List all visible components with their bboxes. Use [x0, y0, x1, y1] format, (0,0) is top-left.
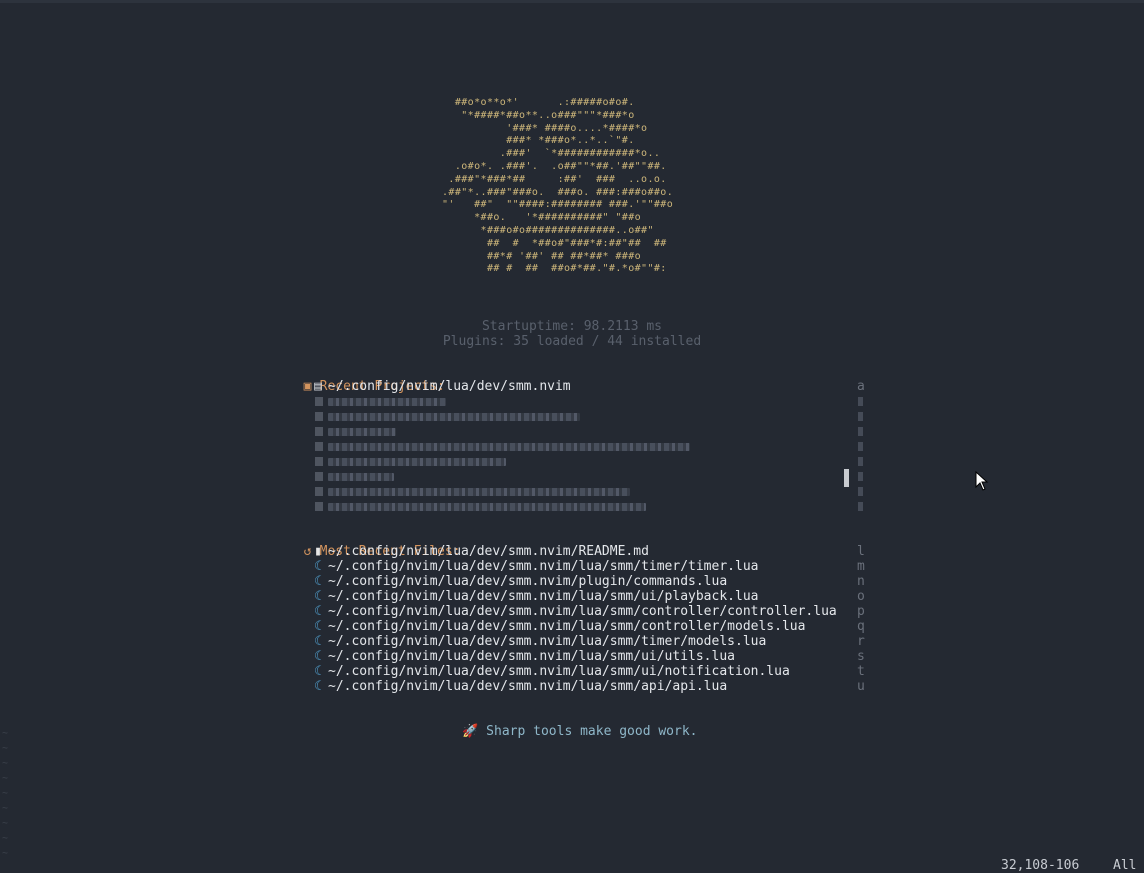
recent-project-item-redacted[interactable] — [312, 454, 872, 469]
recent-file-path: ~/.config/nvim/lua/dev/smm.nvim/lua/smm/… — [328, 619, 806, 634]
recent-file-path: ~/.config/nvim/lua/dev/smm.nvim/lua/smm/… — [328, 664, 790, 679]
recent-file-path: ~/.config/nvim/lua/dev/smm.nvim/lua/smm/… — [328, 649, 735, 664]
shortcut-key: o — [857, 589, 865, 604]
redacted-path — [328, 443, 690, 451]
lua-file-icon: ☾ — [314, 589, 322, 604]
shortcut-key: r — [857, 634, 865, 649]
recent-file-path: ~/.config/nvim/lua/dev/smm.nvim/lua/smm/… — [328, 589, 759, 604]
recent-file-item[interactable]: ☾ ~/.config/nvim/lua/dev/smm.nvim/lua/smm… — [312, 604, 872, 619]
shortcut-key: l — [857, 544, 865, 559]
shortcut-key-redacted — [858, 487, 863, 496]
redacted-path — [328, 503, 646, 511]
dashboard-ascii-logo: ##o*o**o*' .:#####o#o#. "*####*##o**..o#… — [442, 97, 674, 275]
lua-file-icon: ☾ — [314, 559, 322, 574]
lua-file-icon: ☾ — [314, 664, 322, 679]
recent-project-item[interactable]: ▤ ~/.config/nvim/lua/dev/smm.nvim a — [312, 379, 872, 394]
recent-file-item[interactable]: ☾ ~/.config/nvim/lua/dev/smm.nvim/lua/smm… — [312, 634, 872, 649]
recent-project-item-redacted[interactable] — [312, 394, 872, 409]
recent-file-path: ~/.config/nvim/lua/dev/smm.nvim/lua/smm/… — [328, 634, 767, 649]
shortcut-key: u — [857, 679, 865, 694]
lua-file-icon: ☾ — [314, 679, 322, 694]
shortcut-key: t — [857, 664, 865, 679]
recent-file-path: ~/.config/nvim/lua/dev/smm.nvim/lua/smm/… — [328, 559, 759, 574]
recent-project-path: ~/.config/nvim/lua/dev/smm.nvim — [328, 379, 571, 394]
recent-project-item-redacted[interactable] — [312, 469, 872, 484]
recent-file-item[interactable]: ☾ ~/.config/nvim/lua/dev/smm.nvim/lua/smm… — [312, 649, 872, 664]
shortcut-key-redacted — [858, 442, 863, 451]
shortcut-key: n — [857, 574, 865, 589]
recent-file-item[interactable]: ☾ ~/.config/nvim/lua/dev/smm.nvim/lua/smm… — [312, 559, 872, 574]
recent-project-item-redacted[interactable] — [312, 409, 872, 424]
lua-file-icon: ☾ — [314, 619, 322, 634]
redacted-path — [328, 398, 446, 406]
scrollbar-thumb[interactable] — [844, 469, 849, 487]
shortcut-key-redacted — [858, 412, 863, 421]
folder-icon — [315, 487, 323, 496]
folder-icon — [315, 457, 323, 466]
redacted-path — [328, 488, 630, 496]
shortcut-key-redacted — [858, 427, 863, 436]
lua-file-icon: ☾ — [314, 634, 322, 649]
redacted-path — [328, 458, 506, 466]
window-top-border — [0, 0, 1144, 3]
lua-file-icon: ☾ — [314, 649, 322, 664]
shortcut-key-redacted — [858, 457, 863, 466]
shortcut-key: a — [857, 379, 865, 394]
recent-project-item-redacted[interactable] — [312, 424, 872, 439]
shortcut-key-redacted — [858, 397, 863, 406]
recent-file-item[interactable]: ☾ ~/.config/nvim/lua/dev/smm.nvim/lua/smm… — [312, 664, 872, 679]
shortcut-key: s — [857, 649, 865, 664]
footer-quote-text: Sharp tools make good work. — [486, 724, 698, 739]
shortcut-key: m — [857, 559, 865, 574]
folder-icon — [315, 472, 323, 481]
recent-file-path: ~/.config/nvim/lua/dev/smm.nvim/lua/smm/… — [328, 679, 728, 694]
recent-file-item[interactable]: ☾ ~/.config/nvim/lua/dev/smm.nvim/lua/smm… — [312, 619, 872, 634]
markdown-file-icon: ▮ — [314, 544, 322, 559]
redacted-path — [328, 413, 580, 421]
cursor-position: 32,108-106 — [1001, 858, 1080, 873]
folder-icon — [315, 397, 323, 406]
recent-file-path: ~/.config/nvim/lua/dev/smm.nvim/plugin/c… — [328, 574, 728, 589]
folder-icon — [315, 427, 323, 436]
footer-quote: 🚀 Sharp tools make good work. — [0, 709, 1144, 739]
recent-file-item[interactable]: ☾ ~/.config/nvim/lua/dev/smm.nvim/plugin/… — [312, 574, 872, 589]
recent-project-item-redacted[interactable] — [312, 484, 872, 499]
shortcut-key: q — [857, 619, 865, 634]
recent-file-path: ~/.config/nvim/lua/dev/smm.nvim/lua/smm/… — [328, 604, 837, 619]
recent-file-path: ~/.config/nvim/lua/dev/smm.nvim/README.m… — [328, 544, 649, 559]
lua-file-icon: ☾ — [314, 604, 322, 619]
scroll-indicator: All — [1113, 858, 1137, 873]
mouse-pointer-icon — [975, 471, 989, 491]
startuptime-text: Startuptime: 98.2113 ms — [481, 319, 662, 334]
shortcut-key-redacted — [858, 502, 863, 511]
recent-file-item[interactable]: ▮ ~/.config/nvim/lua/dev/smm.nvim/README.… — [312, 544, 872, 559]
recent-project-item-redacted[interactable] — [312, 439, 872, 454]
folder-icon — [315, 442, 323, 451]
redacted-path — [328, 428, 396, 436]
lua-file-icon: ☾ — [314, 574, 322, 589]
empty-line-tildes: ~ ~ ~ ~ ~ ~ ~ ~ ~ — [2, 728, 9, 859]
shortcut-key: p — [857, 604, 865, 619]
plugins-count-text: Plugins: 35 loaded / 44 installed — [442, 334, 702, 349]
redacted-path — [328, 473, 394, 481]
folder-icon — [315, 412, 323, 421]
recent-project-item-redacted[interactable] — [312, 499, 872, 514]
recent-file-item[interactable]: ☾ ~/.config/nvim/lua/dev/smm.nvim/lua/smm… — [312, 589, 872, 604]
rocket-icon: 🚀 — [462, 724, 479, 739]
folder-icon — [315, 502, 323, 511]
shortcut-key-redacted — [858, 472, 863, 481]
folder-icon: ▤ — [314, 379, 322, 394]
recent-file-item[interactable]: ☾ ~/.config/nvim/lua/dev/smm.nvim/lua/smm… — [312, 679, 872, 694]
